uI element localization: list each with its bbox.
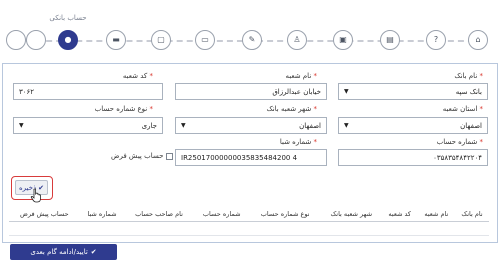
chevron-down-icon: ▼ xyxy=(181,122,186,129)
column-header: نام صاحب حساب xyxy=(124,207,194,222)
wizard-steps: حساب بانکی ⌂? ▤ ▣ ♙ ✎ ▭ ▢ ▬ ● xyxy=(6,0,494,58)
chevron-down-icon: ▼ xyxy=(19,122,24,129)
branch-code-label: * کد شعبه xyxy=(122,72,153,80)
column-header: شهر شعبه بانک xyxy=(320,207,382,222)
chevron-down-icon: ▼ xyxy=(344,88,349,95)
step-bank-card-icon[interactable]: ▬ xyxy=(106,30,126,50)
bank-name-label: * نام بانک xyxy=(454,72,483,80)
step-empty-1[interactable] xyxy=(26,30,46,50)
branch-code-input[interactable]: ۳۰۶۲ xyxy=(13,83,163,100)
account-type-select[interactable]: جاری ▼ xyxy=(13,117,163,134)
table-empty-row xyxy=(9,221,489,236)
checkbox-box[interactable] xyxy=(166,152,174,160)
bank-name-select[interactable]: بانک سپه ▼ xyxy=(338,83,488,100)
city-select[interactable]: اصفهان ▼ xyxy=(175,117,327,134)
sheba-input[interactable]: IR25017000000035835484200 4 xyxy=(175,149,327,166)
confirm-next-step-button[interactable]: ✔ تایید/ادامه گام بعدی xyxy=(10,244,117,260)
step-person-icon[interactable]: ♙ xyxy=(287,30,307,50)
column-header: کد شعبه xyxy=(381,207,418,222)
province-select[interactable]: اصفهان ▼ xyxy=(338,117,488,134)
step-briefcase-icon[interactable]: ▭ xyxy=(195,30,215,50)
hand-cursor-icon xyxy=(30,188,41,203)
branch-name-label: * نام شعبه xyxy=(285,72,317,80)
account-number-input[interactable]: ۰۳۵۸۳۵۴۸۴۲۲۰۴ xyxy=(338,149,488,166)
account-number-label: * شماره حساب xyxy=(436,138,483,146)
step-home-icon[interactable]: ⌂ xyxy=(468,30,488,50)
city-label: * شهر شعبه بانک xyxy=(266,105,317,113)
step-question-icon[interactable]: ? xyxy=(426,30,446,50)
column-header: شماره شبا xyxy=(79,207,125,222)
account-type-label: * نوع شماره حساب xyxy=(94,105,153,113)
branch-name-input[interactable]: خیابان عبدالرزاق xyxy=(175,83,327,100)
step-person2-icon[interactable]: ● xyxy=(58,30,78,50)
column-header: نام شعبه xyxy=(417,207,456,222)
active-step-title: حساب بانکی xyxy=(49,14,87,22)
check-icon: ✔ xyxy=(90,248,97,256)
step-doc-icon[interactable]: ▤ xyxy=(380,30,400,50)
column-header: نوع شماره حساب xyxy=(249,207,321,222)
sheba-label: * شماره شبا xyxy=(279,138,317,146)
default-account-label: حساب پیش فرض xyxy=(111,152,164,160)
accounts-table: نام بانک نام شعبه کد شعبه شهر شعبه بانک نوع … xyxy=(9,207,489,236)
step-monitor-icon[interactable]: ▢ xyxy=(151,30,171,50)
step-empty-2[interactable] xyxy=(6,30,26,50)
step-education-icon[interactable]: ✎ xyxy=(242,30,262,50)
default-account-checkbox[interactable]: حساب پیش فرض xyxy=(111,152,174,160)
province-label: * استان شعبه xyxy=(442,105,483,113)
column-header: حساب پیش فرض xyxy=(9,207,80,222)
confirm-next-step-label: تایید/ادامه گام بعدی xyxy=(30,248,88,256)
column-header: نام بانک xyxy=(455,207,489,222)
bank-account-form: * نام بانک بانک سپه ▼ * نام شعبه خیابان ع… xyxy=(2,63,498,243)
table-header-row: نام بانک نام شعبه کد شعبه شهر شعبه بانک نوع … xyxy=(9,207,489,222)
column-header: شماره حساب xyxy=(193,207,250,222)
step-card-icon[interactable]: ▣ xyxy=(333,30,353,50)
chevron-down-icon: ▼ xyxy=(344,122,349,129)
